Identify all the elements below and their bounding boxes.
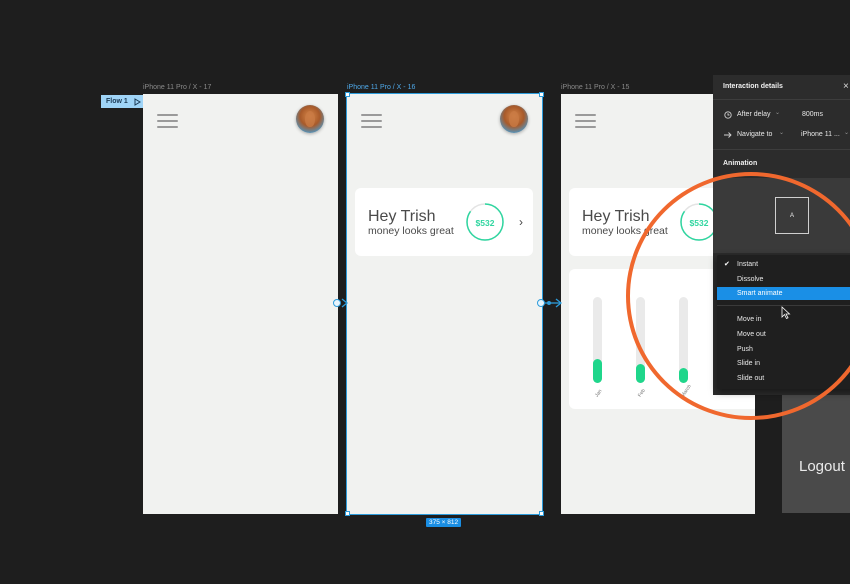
resize-handle[interactable] xyxy=(539,511,544,516)
panel-title: Interaction details xyxy=(723,83,783,90)
menu-item-dissolve[interactable]: Dissolve xyxy=(717,273,850,286)
menu-item-label: Smart animate xyxy=(737,290,783,297)
frame-x-17[interactable] xyxy=(143,94,338,514)
menu-item-label: Move in xyxy=(737,316,762,323)
menu-item-label: Move out xyxy=(737,331,766,338)
bar-track xyxy=(593,297,602,383)
play-outline-icon[interactable] xyxy=(134,97,141,106)
check-icon: ✔ xyxy=(724,261,730,268)
chevron-down-icon[interactable]: ⌄ xyxy=(775,109,780,116)
hamburger-menu-icon[interactable] xyxy=(575,114,596,132)
frame-label[interactable]: iPhone 11 Pro / X - 16 xyxy=(347,84,415,91)
flow-starting-point-tag[interactable]: Flow 1 xyxy=(101,95,143,108)
bar-fill xyxy=(636,364,645,383)
prototype-connector-link[interactable] xyxy=(536,297,564,309)
delay-input[interactable]: 800ms xyxy=(802,111,823,118)
chevron-down-icon[interactable]: ⌄ xyxy=(779,129,784,136)
menu-item-label: Slide out xyxy=(737,375,765,382)
bar-label: Feb xyxy=(637,387,647,399)
arrow-right-icon xyxy=(724,132,732,138)
avatar[interactable] xyxy=(500,105,528,133)
frame-label[interactable]: iPhone 11 Pro / X - 17 xyxy=(143,84,211,91)
animation-preview: A xyxy=(713,178,850,253)
frame-size-badge: 375 × 812 xyxy=(426,518,462,527)
preview-frame: A xyxy=(775,197,809,234)
animation-section-title: Animation xyxy=(723,160,758,167)
amount-text: $532 xyxy=(475,218,495,228)
greeting-text: Hey Trish xyxy=(582,208,650,225)
animation-type-menu[interactable]: ✔ Instant Dissolve Smart animate Move in… xyxy=(717,255,850,389)
close-icon[interactable]: × xyxy=(843,81,849,92)
bar-label: March xyxy=(680,383,693,399)
bar-fill xyxy=(593,359,602,383)
bar-fill xyxy=(679,368,688,383)
menu-item-label: Dissolve xyxy=(737,276,764,283)
subtitle-text: money looks great xyxy=(368,225,454,237)
hamburger-menu-icon[interactable] xyxy=(157,114,178,132)
chevron-down-icon[interactable]: ⌄ xyxy=(844,129,849,136)
timer-icon xyxy=(724,111,732,119)
divider xyxy=(713,149,850,150)
menu-item-slide-in[interactable]: Slide in xyxy=(717,357,850,370)
trigger-select[interactable]: After delay xyxy=(737,111,770,118)
menu-item-push[interactable]: Push xyxy=(717,343,850,356)
flow-label: Flow 1 xyxy=(106,98,128,105)
frame-label[interactable]: iPhone 11 Pro / X - 15 xyxy=(561,84,629,91)
menu-item-label: Push xyxy=(737,346,753,353)
greeting-text: Hey Trish xyxy=(368,208,436,225)
menu-item-label: Instant xyxy=(737,261,759,268)
action-select[interactable]: Navigate to xyxy=(737,131,772,138)
resize-handle[interactable] xyxy=(345,92,350,97)
bar-track xyxy=(679,297,688,383)
menu-item-instant[interactable]: ✔ Instant xyxy=(717,258,850,271)
menu-item-label: Slide in xyxy=(737,360,760,367)
resize-handle[interactable] xyxy=(539,92,544,97)
mouse-cursor-icon xyxy=(781,306,791,320)
avatar[interactable] xyxy=(296,105,324,133)
frame-x-16[interactable]: Hey Trish money looks great $532 › xyxy=(346,93,543,515)
bar-label: Jan xyxy=(594,388,604,399)
menu-item-smart-animate[interactable]: Smart animate xyxy=(717,287,850,300)
figma-canvas[interactable]: Flow 1 iPhone 11 Pro / X - 17 iPhone 11 … xyxy=(0,0,850,584)
divider xyxy=(713,99,850,100)
bar-track xyxy=(636,297,645,383)
balance-card[interactable]: Hey Trish money looks great $532 › xyxy=(355,188,533,256)
resize-handle[interactable] xyxy=(345,511,350,516)
logout-frame[interactable]: Logout xyxy=(782,392,850,513)
menu-item-slide-out[interactable]: Slide out xyxy=(717,372,850,385)
hamburger-menu-icon[interactable] xyxy=(361,114,382,132)
subtitle-text: money looks great xyxy=(582,225,668,237)
destination-select[interactable]: iPhone 11 ... xyxy=(801,131,840,138)
logout-label[interactable]: Logout xyxy=(799,458,845,475)
prototype-connector-start[interactable] xyxy=(332,297,350,309)
chevron-right-icon[interactable]: › xyxy=(519,215,523,229)
menu-item-move-out[interactable]: Move out xyxy=(717,328,850,341)
